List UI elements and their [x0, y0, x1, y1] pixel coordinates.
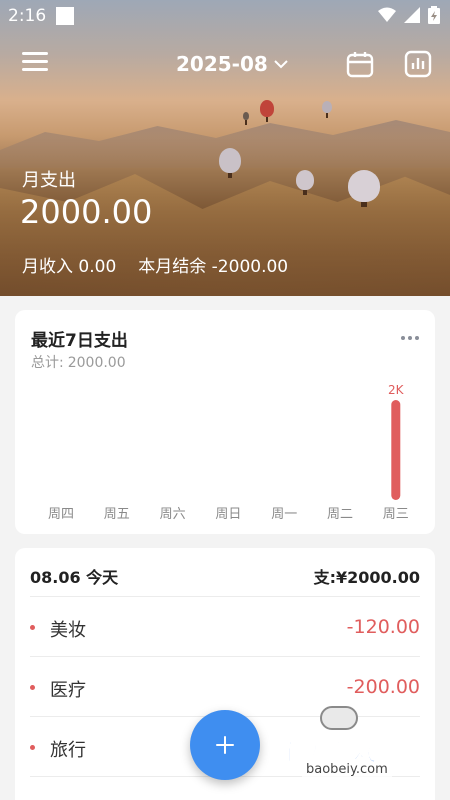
more-icon	[401, 336, 405, 340]
top-bar: 2025-08	[0, 40, 450, 90]
balloon-image	[348, 170, 380, 207]
notification-icon	[56, 7, 74, 25]
status-bar: 2:16	[0, 0, 450, 32]
balloon-image	[260, 100, 274, 122]
expense-item[interactable]: 医疗 -200.00	[30, 658, 420, 716]
income-value: 0.00	[78, 257, 117, 277]
divider	[30, 656, 420, 657]
expense-category: 交通	[50, 796, 86, 800]
balloon-image	[322, 101, 332, 118]
statistics-button[interactable]	[404, 50, 432, 82]
weekly-expense-card: 最近7日支出 总计: 2000.00 周四 周五 周六 周日 周一 周二 2K 周三	[15, 310, 435, 534]
bullet-icon	[30, 685, 35, 690]
income-summary: 月收入 0.00	[22, 252, 116, 277]
balance-summary: 本月结余 -2000.00	[138, 252, 288, 277]
divider	[30, 596, 420, 597]
chart-total-label: 总计:	[31, 355, 64, 371]
bullet-icon	[30, 625, 35, 630]
income-label: 月收入	[22, 257, 73, 277]
chart-tick-label: 周一	[271, 507, 297, 522]
chart-tick-label: 周三	[383, 507, 409, 522]
chart-tick-label: 周六	[160, 507, 186, 522]
chart-total: 总计: 2000.00	[31, 352, 126, 372]
month-expense-label: 月支出	[22, 170, 76, 191]
expense-category: 旅行	[50, 740, 86, 761]
chart-tick-label: 周五	[104, 507, 130, 522]
balloon-image	[296, 170, 314, 195]
expense-amount: -200.00	[346, 676, 420, 698]
chart-title: 最近7日支出	[31, 331, 128, 351]
balance-label: 本月结余	[138, 257, 207, 277]
signal-icon	[404, 7, 420, 23]
wifi-icon	[378, 7, 396, 22]
chart-data-label: 2K	[388, 383, 405, 397]
chart-tick-label: 周四	[48, 507, 74, 522]
month-label: 2025-08	[176, 52, 268, 76]
expense-item[interactable]: 美妆 -120.00	[30, 598, 420, 656]
calendar-icon	[346, 52, 374, 78]
day-date: 08.06 今天	[30, 568, 119, 587]
chevron-down-icon	[274, 60, 288, 69]
bullet-icon	[30, 745, 35, 750]
calendar-button[interactable]	[346, 50, 374, 82]
more-options-button[interactable]	[401, 336, 419, 340]
chart-tick-label: 周二	[327, 507, 353, 522]
balloon-image	[243, 112, 249, 125]
chart-total-value: 2000.00	[67, 355, 126, 371]
expense-amount: -120.00	[346, 616, 420, 638]
menu-button[interactable]	[22, 52, 48, 76]
chart-tick-label: 周日	[215, 507, 241, 522]
expense-category: 美妆	[50, 620, 86, 641]
status-time: 2:16	[8, 6, 47, 26]
weekly-bar-chart: 周四 周五 周六 周日 周一 周二 2K 周三	[48, 383, 409, 522]
day-header: 08.06 今天 支:¥2000.00	[30, 564, 420, 588]
balance-value: -2000.00	[211, 257, 289, 277]
expense-category: 医疗	[50, 680, 86, 701]
bar-chart-icon	[404, 50, 432, 78]
chart-bar	[391, 400, 401, 500]
expense-item[interactable]: 交通	[30, 778, 420, 800]
add-record-button[interactable]	[190, 710, 260, 780]
day-total: 支:¥2000.00	[313, 568, 420, 587]
balloon-image	[219, 148, 241, 178]
month-selector[interactable]: 2025-08	[176, 52, 288, 76]
month-expense-value: 2000.00	[20, 193, 153, 231]
menu-icon	[22, 52, 48, 55]
month-summary: 月收入 0.00 本月结余 -2000.00	[22, 252, 288, 277]
battery-icon	[428, 6, 440, 24]
